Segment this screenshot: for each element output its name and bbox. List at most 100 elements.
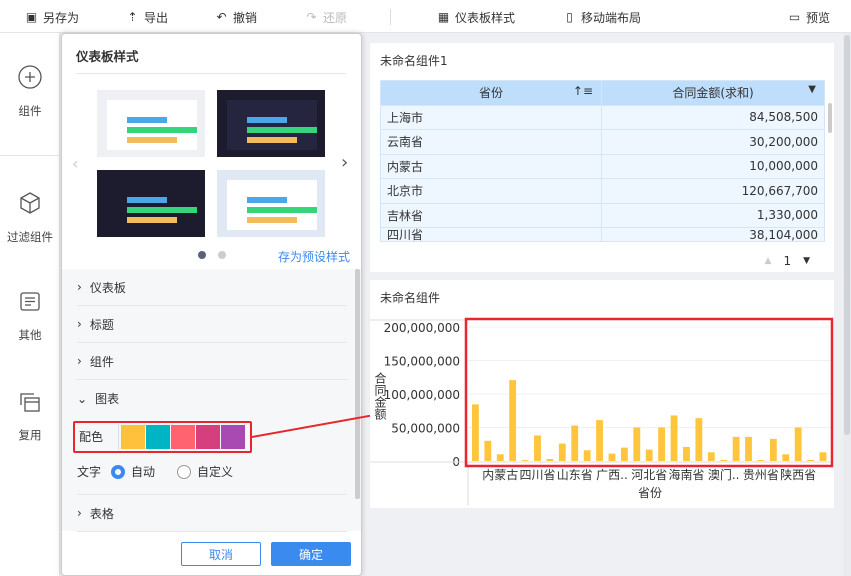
- chart-widget[interactable]: 未命名组件 0 50,000,000 100,000,000 150,000,000 2…: [370, 280, 834, 508]
- cancel-button[interactable]: 取消: [181, 542, 261, 566]
- export-button[interactable]: ⇡ 导出: [126, 9, 168, 26]
- table-row[interactable]: 吉林省 1,330,000: [380, 202, 825, 228]
- export-icon: ⇡: [127, 10, 138, 24]
- bar: [620, 447, 628, 461]
- style-thumb-light-blue[interactable]: [217, 170, 325, 237]
- sidebar-item-filter[interactable]: 过滤组件: [0, 191, 60, 245]
- x-tick-label: 贵州省: [743, 468, 779, 482]
- bar: [782, 454, 790, 461]
- palette-swatch[interactable]: [196, 425, 220, 449]
- style-thumb-dark-blue[interactable]: [217, 90, 325, 157]
- x-axis-title: 省份: [638, 486, 662, 500]
- amount-cell: 10,000,000: [601, 153, 825, 179]
- page-down-icon[interactable]: ▼: [803, 256, 810, 266]
- x-tick-label: 四川省: [519, 468, 555, 482]
- x-tick-label: 陕西省: [780, 467, 816, 482]
- sidebar-item-components[interactable]: 组件: [0, 65, 60, 119]
- page-dot-active[interactable]: [198, 251, 206, 259]
- mobile-layout-button[interactable]: ▯ 移动端布局: [563, 9, 641, 26]
- y-tick-label: 100,000,000: [384, 388, 460, 402]
- palette-swatch[interactable]: [146, 425, 170, 449]
- section-table[interactable]: › 表格: [77, 495, 347, 532]
- y-tick-label: 50,000,000: [391, 422, 460, 436]
- table-scrollbar[interactable]: [828, 103, 832, 133]
- palette-row: 配色: [73, 421, 252, 453]
- page-scroll-thumb[interactable]: [844, 35, 850, 435]
- save-preset-link[interactable]: 存为预设样式: [278, 248, 350, 265]
- palette-swatch[interactable]: [121, 425, 145, 449]
- section-chart[interactable]: ⌄ 图表: [77, 380, 347, 417]
- bar: [472, 404, 479, 461]
- undo-button[interactable]: ↶ 撤销: [215, 9, 257, 26]
- province-cell: 四川省: [380, 227, 602, 242]
- sidebar-divider: [0, 155, 60, 156]
- chevron-right-icon: ›: [77, 280, 82, 294]
- chevron-right-icon: ›: [77, 317, 82, 331]
- panel-scrollbar[interactable]: [355, 269, 360, 499]
- province-cell: 云南省: [380, 129, 602, 155]
- x-tick-label: 澳门..: [708, 467, 740, 482]
- table-row[interactable]: 上海市 84,508,500: [380, 104, 825, 130]
- next-arrow-icon[interactable]: ›: [341, 152, 348, 173]
- column-header-province[interactable]: 省份 ↑≡: [380, 80, 602, 106]
- table-row[interactable]: 云南省 30,200,000: [380, 129, 825, 155]
- radio-auto[interactable]: 自动: [111, 463, 155, 480]
- ok-button[interactable]: 确定: [271, 542, 351, 566]
- bar: [534, 435, 541, 461]
- page-dot[interactable]: [218, 251, 226, 259]
- x-tick-label: 海南省: [668, 467, 704, 482]
- cube-icon: [20, 192, 40, 214]
- page-scrollbar[interactable]: [843, 33, 851, 576]
- toolbar-divider: [390, 9, 391, 25]
- text-label: 文字: [77, 465, 102, 479]
- dashboard-style-button[interactable]: ▦ 仪表板样式: [437, 9, 515, 26]
- bar: [695, 418, 703, 461]
- bar: [496, 454, 504, 461]
- palette-swatches[interactable]: [121, 425, 245, 449]
- page-up-icon[interactable]: ▲: [765, 256, 772, 266]
- monitor-icon: ▭: [788, 10, 801, 24]
- table-row[interactable]: 四川省 38,104,000: [380, 227, 825, 242]
- section-component[interactable]: › 组件: [77, 343, 347, 380]
- redo-button[interactable]: ↷ 还原: [305, 9, 347, 26]
- bar-chart: 050,000,000100,000,000150,000,000200,000…: [370, 317, 834, 505]
- radio-unchecked-icon: [177, 464, 192, 479]
- radio-checked-icon: [111, 464, 126, 479]
- document-icon: [20, 292, 40, 311]
- amount-cell: 1,330,000: [601, 202, 825, 228]
- sidebar-item-other[interactable]: 其他: [0, 291, 60, 343]
- bar: [794, 427, 802, 461]
- bar: [558, 443, 566, 461]
- table-widget[interactable]: 未命名组件1 省份 ↑≡ 合同金额(求和) ▼ 上海市 84,508,500 云南省 30…: [370, 43, 834, 272]
- save-as-button[interactable]: ▣ 另存为: [25, 9, 79, 26]
- dropdown-icon[interactable]: ▼: [808, 84, 816, 95]
- section-title[interactable]: › 标题: [77, 306, 347, 343]
- bar: [645, 449, 653, 461]
- style-settings: › 仪表板 › 标题 › 组件 ⌄ 图表 配色 文字 自动 自定义 › 表格: [62, 269, 361, 532]
- preview-button[interactable]: ▭ 预览: [788, 9, 830, 26]
- section-dashboard[interactable]: › 仪表板: [77, 269, 347, 306]
- style-thumb-dark[interactable]: [97, 170, 205, 237]
- page-number: 1: [783, 254, 792, 268]
- y-tick-label: 150,000,000: [384, 355, 460, 369]
- sort-icon[interactable]: ↑≡: [573, 84, 593, 98]
- province-cell: 内蒙古: [380, 153, 602, 179]
- text-color-row: 文字 自动 自定义: [77, 463, 233, 480]
- toolbar: ▣ 另存为 ⇡ 导出 ↶ 撤销 ↷ 还原 ▦ 仪表板样式 ▯ 移动端布局 ▭ 预览: [0, 0, 851, 33]
- bar: [484, 440, 492, 461]
- bar: [769, 438, 777, 461]
- widget-title: 未命名组件1: [380, 54, 448, 68]
- bar: [683, 446, 690, 461]
- prev-arrow-icon[interactable]: ‹: [72, 154, 78, 173]
- table-row[interactable]: 北京市 120,667,700: [380, 178, 825, 204]
- palette-swatch[interactable]: [171, 425, 195, 449]
- column-header-amount[interactable]: 合同金额(求和) ▼: [601, 80, 825, 106]
- x-tick-label: 广西..: [596, 468, 628, 482]
- radio-custom[interactable]: 自定义: [177, 463, 233, 480]
- table-row[interactable]: 内蒙古 10,000,000: [380, 153, 825, 179]
- sidebar-item-reuse[interactable]: 复用: [0, 391, 60, 443]
- style-thumb-light[interactable]: [97, 90, 205, 157]
- panel-title: 仪表板样式: [76, 49, 139, 64]
- palette-swatch[interactable]: [221, 425, 245, 449]
- x-tick-label: 内蒙古: [482, 467, 518, 482]
